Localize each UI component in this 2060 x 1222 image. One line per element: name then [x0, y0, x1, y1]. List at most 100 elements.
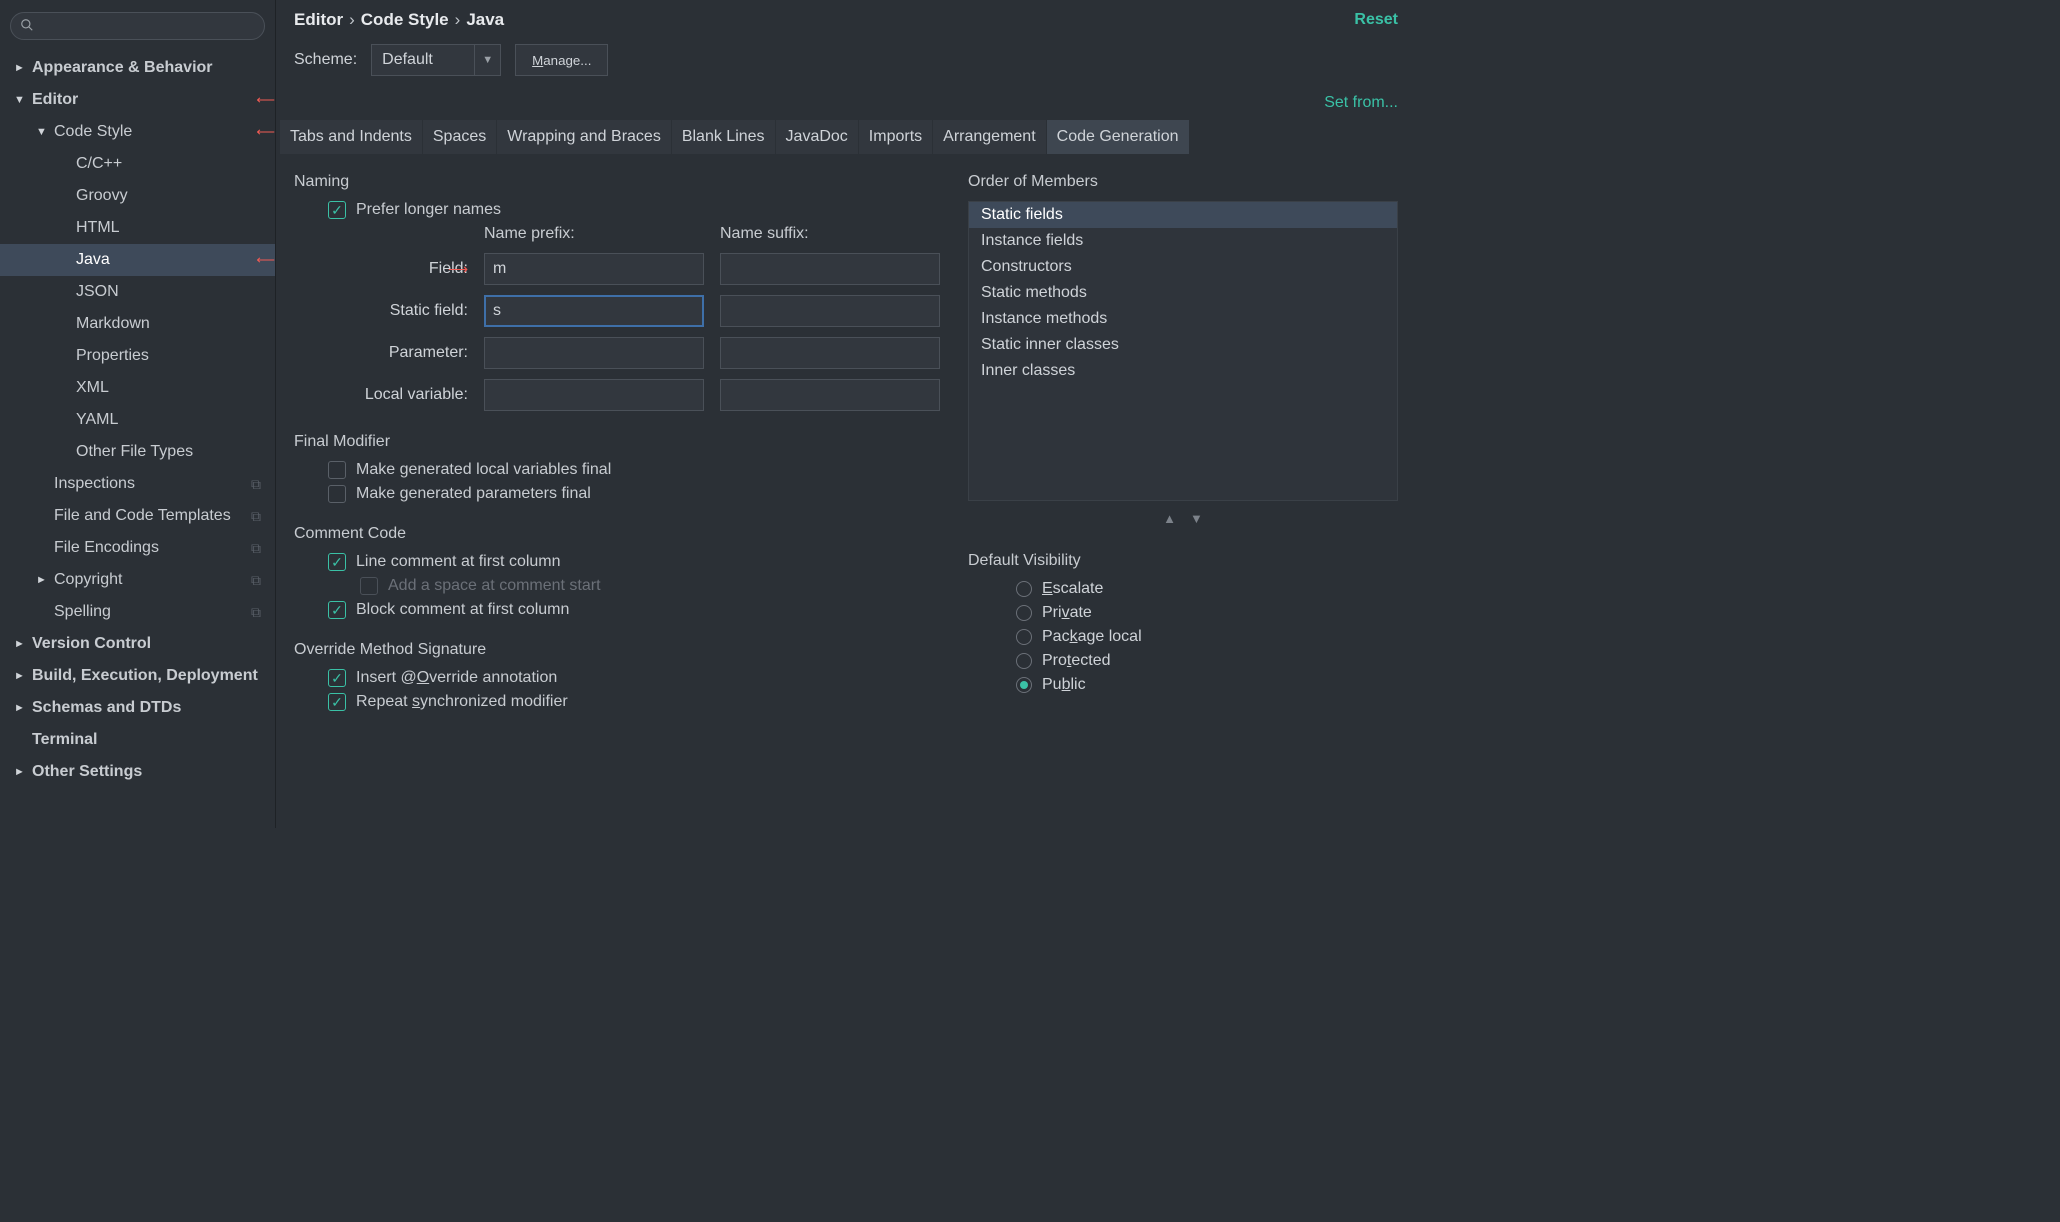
line-comment-checkbox[interactable]	[328, 553, 346, 571]
move-up-icon[interactable]: ▲	[1163, 511, 1176, 526]
prefer-longer-names-checkbox[interactable]	[328, 201, 346, 219]
tree-item-properties[interactable]: Properties	[0, 340, 275, 372]
tab-javadoc[interactable]: JavaDoc	[776, 120, 859, 154]
annotation-arrow-icon: ⟵	[256, 124, 275, 140]
visibility-option[interactable]: Private	[1016, 604, 1398, 622]
tree-item-version-control[interactable]: ►Version Control	[0, 628, 275, 660]
tab-tabs-and-indents[interactable]: Tabs and Indents	[280, 120, 423, 154]
tree-item-copyright[interactable]: ►Copyright⧉	[0, 564, 275, 596]
tree-item-file-and-code-templates[interactable]: File and Code Templates⧉	[0, 500, 275, 532]
tree-item-inspections[interactable]: Inspections⧉	[0, 468, 275, 500]
tree-item-groovy[interactable]: Groovy	[0, 180, 275, 212]
name-prefix-header: Name prefix:	[484, 225, 704, 243]
tree-item-c-c-[interactable]: C/C++	[0, 148, 275, 180]
tree-label: HTML	[76, 219, 275, 237]
add-space-checkbox[interactable]	[360, 577, 378, 595]
tree-label: Other Settings	[32, 763, 275, 781]
tree-item-schemas-and-dtds[interactable]: ►Schemas and DTDs	[0, 692, 275, 724]
tree-item-yaml[interactable]: YAML	[0, 404, 275, 436]
tree-item-code-style[interactable]: ▼Code Style⟵	[0, 116, 275, 148]
naming-row-label: Local variable:	[328, 386, 468, 404]
final-checkbox[interactable]	[328, 461, 346, 479]
name-prefix-input[interactable]	[484, 379, 704, 411]
tree-arrow-icon: ▼	[36, 126, 50, 138]
tree-label: Properties	[76, 347, 275, 365]
radio-icon	[1016, 677, 1032, 693]
insert-override-checkbox[interactable]	[328, 669, 346, 687]
final-label: Make generated parameters final	[356, 485, 591, 503]
tree-label: File Encodings	[54, 539, 251, 557]
search-input[interactable]	[10, 12, 265, 40]
final-checkbox[interactable]	[328, 485, 346, 503]
comment-code-title: Comment Code	[294, 525, 940, 543]
name-prefix-input[interactable]	[484, 295, 704, 327]
name-suffix-input[interactable]	[720, 295, 940, 327]
tree-label: C/C++	[76, 155, 275, 173]
tree-item-markdown[interactable]: Markdown	[0, 308, 275, 340]
visibility-option[interactable]: Package local	[1016, 628, 1398, 646]
tree-item-other-settings[interactable]: ► Other Settings	[0, 756, 275, 788]
order-item[interactable]: Instance fields	[969, 228, 1397, 254]
repeat-sync-checkbox[interactable]	[328, 693, 346, 711]
tab-arrangement[interactable]: Arrangement	[933, 120, 1047, 154]
scheme-select[interactable]: Default ▼	[371, 44, 501, 76]
tree-item-editor[interactable]: ▼Editor⟵	[0, 84, 275, 116]
name-prefix-input[interactable]	[484, 253, 704, 285]
set-from-link[interactable]: Set from...	[1324, 94, 1398, 112]
tab-imports[interactable]: Imports	[859, 120, 933, 154]
tree-item-appearance-behavior[interactable]: ►Appearance & Behavior	[0, 52, 275, 84]
order-item[interactable]: Static methods	[969, 280, 1397, 306]
tree-arrow-icon: ▼	[14, 94, 28, 106]
block-comment-label: Block comment at first column	[356, 601, 569, 619]
tree-item-other-file-types[interactable]: Other File Types	[0, 436, 275, 468]
move-down-icon[interactable]: ▼	[1190, 511, 1203, 526]
order-of-members-title: Order of Members	[968, 173, 1398, 191]
tab-bar: Tabs and IndentsSpacesWrapping and Brace…	[276, 120, 1416, 155]
repeat-sync-label: Repeat synchronized modifier	[356, 693, 568, 711]
tab-spaces[interactable]: Spaces	[423, 120, 497, 154]
manage-button[interactable]: Manage...	[515, 44, 608, 76]
tree-label: Other File Types	[76, 443, 275, 461]
tab-wrapping-and-braces[interactable]: Wrapping and Braces	[497, 120, 672, 154]
tree-item-json[interactable]: JSON	[0, 276, 275, 308]
block-comment-checkbox[interactable]	[328, 601, 346, 619]
breadcrumb: Editor›Code Style›Java	[294, 10, 504, 30]
visibility-option[interactable]: Public	[1016, 676, 1398, 694]
order-item[interactable]: Instance methods	[969, 306, 1397, 332]
name-suffix-header: Name suffix:	[720, 225, 940, 243]
tree-item-terminal[interactable]: Terminal	[0, 724, 275, 756]
order-item[interactable]: Static inner classes	[969, 332, 1397, 358]
tree-label: Java	[76, 251, 246, 269]
tree-item-html[interactable]: HTML	[0, 212, 275, 244]
naming-row-label: Static field:	[328, 302, 468, 320]
order-item[interactable]: Inner classes	[969, 358, 1397, 384]
order-item[interactable]: Constructors	[969, 254, 1397, 280]
copy-icon: ⧉	[251, 508, 261, 525]
radio-icon	[1016, 653, 1032, 669]
copy-icon: ⧉	[251, 476, 261, 493]
name-suffix-input[interactable]	[720, 253, 940, 285]
order-item[interactable]: Static fields	[969, 202, 1397, 228]
visibility-label: Package local	[1042, 628, 1142, 646]
name-prefix-input[interactable]	[484, 337, 704, 369]
tree-item-spelling[interactable]: Spelling⧉	[0, 596, 275, 628]
tree-arrow-icon: ►	[14, 638, 28, 650]
tab-code-generation[interactable]: Code Generation	[1047, 120, 1190, 154]
tree-item-xml[interactable]: XML	[0, 372, 275, 404]
visibility-option[interactable]: Protected	[1016, 652, 1398, 670]
tab-blank-lines[interactable]: Blank Lines	[672, 120, 776, 154]
visibility-label: Public	[1042, 676, 1086, 694]
tree-item-java[interactable]: Java⟵	[0, 244, 275, 276]
name-suffix-input[interactable]	[720, 379, 940, 411]
reset-link[interactable]: Reset	[1354, 11, 1398, 29]
tree-arrow-icon: ►	[14, 766, 28, 778]
tree-item-file-encodings[interactable]: File Encodings⧉	[0, 532, 275, 564]
order-list[interactable]: Static fieldsInstance fieldsConstructors…	[968, 201, 1398, 501]
tree-label: Groovy	[76, 187, 275, 205]
prefer-longer-names-label: Prefer longer names	[356, 201, 501, 219]
visibility-option[interactable]: Escalate	[1016, 580, 1398, 598]
tree-item-build-execution-deployment[interactable]: ►Build, Execution, Deployment	[0, 660, 275, 692]
insert-override-label: Insert @Override annotation	[356, 669, 557, 687]
name-suffix-input[interactable]	[720, 337, 940, 369]
tree-arrow-icon: ►	[14, 670, 28, 682]
